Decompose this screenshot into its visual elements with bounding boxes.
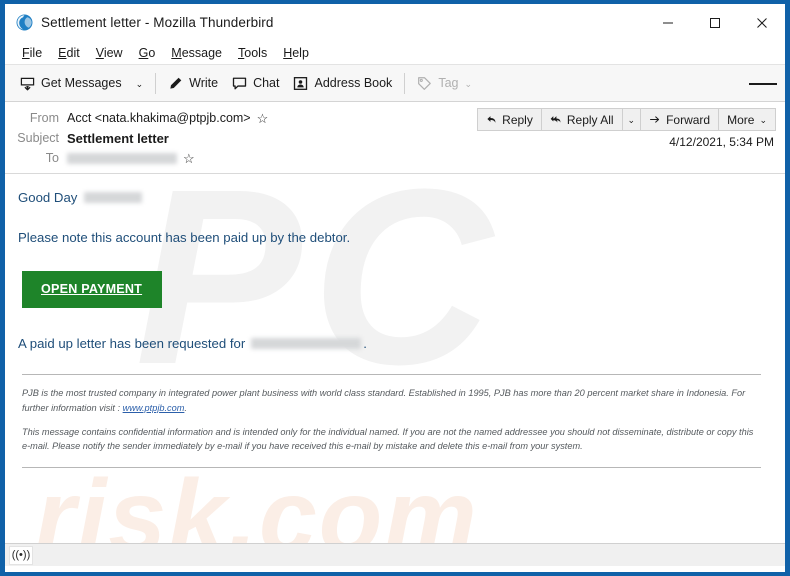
tag-icon [418, 76, 432, 90]
message-body: PC risk.com Good Day Please note this ac… [5, 174, 785, 543]
from-address: Acct <nata.khakima@ptpjb.com> [67, 111, 251, 125]
from-value: Acct <nata.khakima@ptpjb.com> ☆ [67, 111, 268, 125]
address-book-button[interactable]: Address Book [286, 69, 399, 97]
toolbar-separator-2 [404, 72, 406, 94]
maximize-icon [709, 18, 720, 28]
window-title: Settlement letter - Mozilla Thunderbird [41, 15, 274, 30]
chevron-down-icon-reply-all: ⌄ [627, 115, 636, 125]
menu-item-edit[interactable]: Edit [51, 44, 87, 62]
address-book-label: Address Book [314, 76, 393, 90]
title-bar: Settlement letter - Mozilla Thunderbird [5, 4, 785, 42]
tag-chevron-down-icon: ⌄ [464, 78, 473, 89]
forward-label: Forward [666, 112, 711, 127]
get-messages-button[interactable]: Get Messages [13, 69, 129, 97]
to-value: ☆ [67, 152, 195, 165]
message-actions: Reply Reply All ⌄ Forward More ⌄ [477, 108, 776, 131]
chat-label: Chat [253, 76, 280, 90]
write-button[interactable]: Write [161, 69, 225, 97]
paragraph-2-prefix: A paid up letter has been requested for [18, 336, 246, 352]
message-date: 4/12/2021, 5:34 PM [669, 135, 774, 149]
close-button[interactable] [738, 4, 785, 42]
reply-button[interactable]: Reply [477, 108, 541, 131]
window-controls [644, 4, 785, 42]
watermark-risk: risk.com [35, 459, 479, 543]
minimize-button[interactable] [644, 4, 691, 42]
to-address-redacted [67, 152, 177, 164]
greeting-text: Good Day [18, 190, 78, 205]
menu-item-file[interactable]: File [15, 44, 49, 62]
footer-confidentiality-note: This message contains confidential infor… [22, 426, 754, 452]
star-icon-to[interactable]: ☆ [183, 152, 195, 165]
app-menu-button[interactable] [749, 70, 777, 97]
get-messages-dropdown[interactable]: ⌄ [129, 69, 151, 97]
reply-all-icon [550, 116, 561, 123]
broadcast-icon[interactable]: ((•)) [9, 545, 33, 565]
reply-all-button[interactable]: Reply All [540, 108, 622, 131]
chevron-down-icon-more: ⌄ [759, 115, 767, 125]
paragraph-2-suffix: . [363, 336, 367, 352]
from-label: From [29, 111, 59, 125]
thunderbird-window: Settlement letter - Mozilla Thunderbird [0, 0, 790, 576]
greeting-paragraph: Good Day [18, 188, 769, 207]
footer-company-suffix: . [184, 402, 187, 413]
forward-arrow-icon [650, 116, 660, 123]
message-header: From Acct <nata.khakima@ptpjb.com> ☆ Sub… [5, 102, 785, 174]
get-messages-label: Get Messages [41, 76, 122, 90]
footer-divider [22, 374, 761, 376]
chevron-down-icon: ⌄ [135, 78, 144, 89]
paragraph-1: Please note this account has been paid u… [18, 230, 351, 246]
reply-icon [487, 116, 496, 123]
more-button[interactable]: More ⌄ [718, 108, 776, 131]
paragraph-2: A paid up letter has been requested for … [18, 334, 769, 353]
menu-item-view[interactable]: View [89, 44, 130, 62]
to-label: To [45, 151, 59, 165]
header-row-subject: Subject Settlement letter [5, 128, 785, 148]
footer-company-note: PJB is the most trusted company in integ… [22, 386, 755, 415]
write-label: Write [189, 76, 219, 90]
footer-divider-2 [22, 467, 761, 469]
reply-all-dropdown[interactable]: ⌄ [621, 108, 641, 131]
chat-button[interactable]: Chat [225, 69, 286, 97]
more-label: More [727, 112, 755, 127]
main-toolbar: Get Messages ⌄ Write Chat Address Book T… [5, 65, 785, 102]
chat-bubble-icon [232, 77, 247, 89]
open-payment-button[interactable]: OPEN PAYMENT [22, 271, 163, 309]
status-bar: ((•)) [5, 543, 785, 566]
subject-label: Subject [17, 131, 59, 145]
menu-item-message[interactable]: Message [164, 44, 229, 62]
menu-item-help[interactable]: Help [276, 44, 316, 62]
tag-label: Tag [438, 76, 459, 90]
thunderbird-icon [16, 14, 33, 31]
menu-bar: File Edit View Go Message Tools Help [5, 42, 785, 65]
get-messages-icon [20, 77, 35, 90]
maximize-button[interactable] [691, 4, 738, 42]
address-book-icon [294, 76, 308, 90]
hamburger-bar-2 [763, 82, 777, 85]
toolbar-separator [155, 72, 157, 94]
forward-button[interactable]: Forward [640, 108, 719, 131]
subject-value: Settlement letter [67, 130, 169, 146]
menu-item-tools[interactable]: Tools [231, 44, 274, 62]
greeting-name-redacted [84, 192, 143, 204]
paragraph-2-redacted [251, 338, 362, 350]
reply-label: Reply [502, 112, 533, 127]
ptpjb-link[interactable]: www.ptpjb.com [123, 403, 185, 413]
close-icon [756, 18, 767, 28]
message-body-content: Good Day Please note this account has be… [5, 174, 785, 469]
star-icon-from[interactable]: ☆ [257, 112, 269, 125]
hamburger-bar-1 [749, 82, 763, 85]
open-payment-label: OPEN PAYMENT [41, 282, 143, 297]
header-row-to: To ☆ [5, 148, 785, 168]
minimize-icon [662, 22, 673, 24]
tag-button[interactable]: Tag ⌄ [410, 69, 479, 97]
reply-all-label: Reply All [566, 112, 614, 127]
pencil-icon [170, 77, 182, 89]
menu-item-go[interactable]: Go [132, 44, 163, 62]
